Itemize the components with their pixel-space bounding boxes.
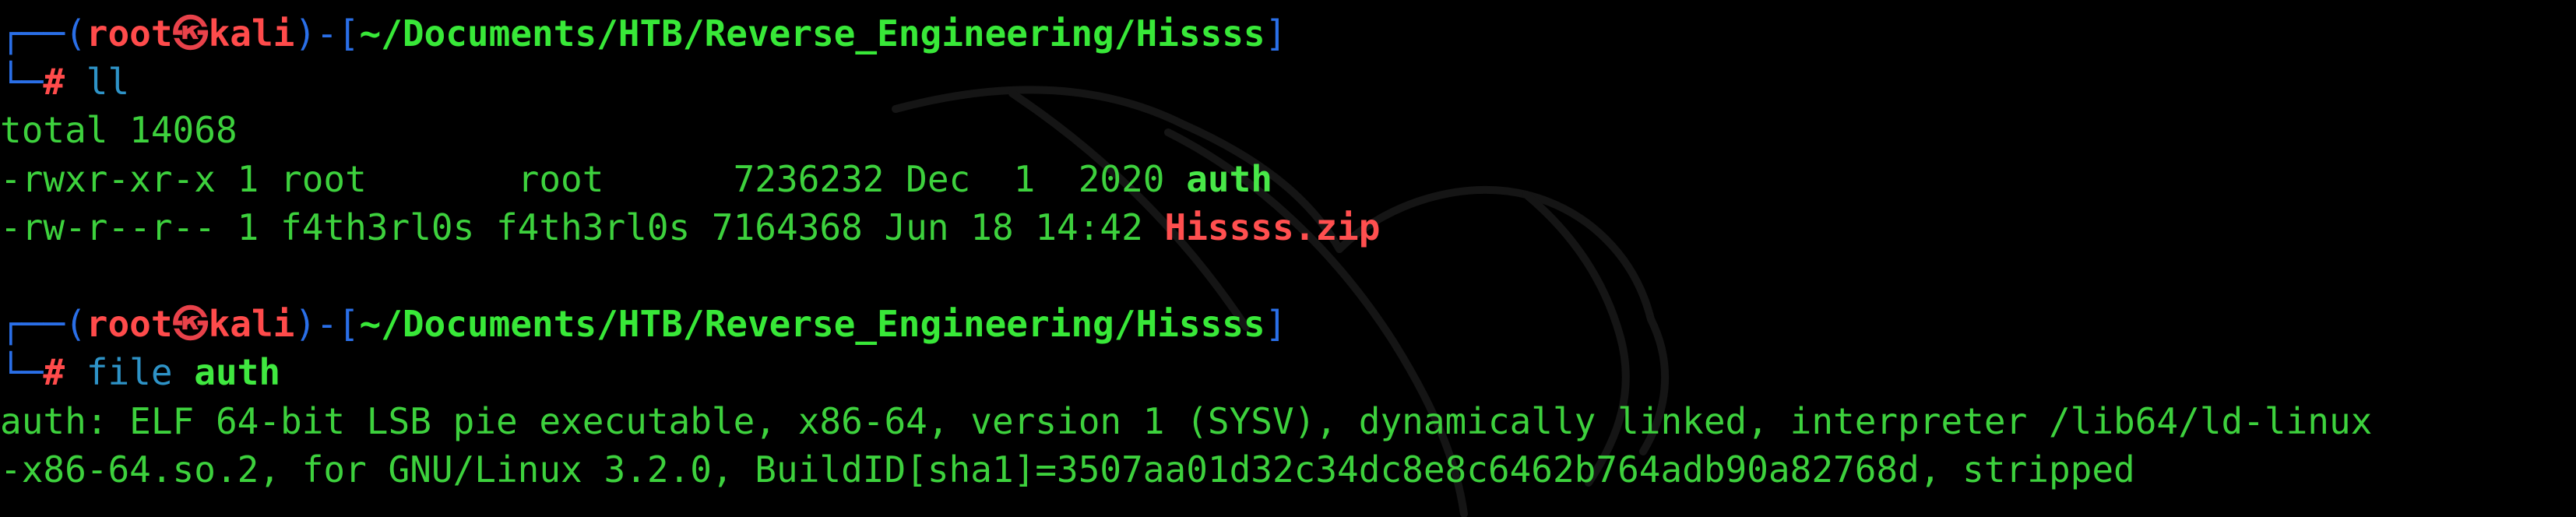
command-text: file xyxy=(86,351,195,394)
prompt-path: ~/Documents/HTB/Reverse_Engineering/Hiss… xyxy=(359,12,1265,55)
prompt-corner-top: ┌── xyxy=(0,12,65,55)
output-text: -rw-r--r-- 1 f4th3rl0s f4th3rl0s 7164368… xyxy=(0,206,1165,248)
prompt-close-bracket: ] xyxy=(1265,303,1287,346)
output-text: -rwxr-xr-x 1 root root 7236232 Dec 1 202… xyxy=(0,157,1187,200)
prompt-corner-bottom: └─ xyxy=(0,351,44,394)
prompt-close-bracket: ] xyxy=(1265,12,1287,55)
prompt-open-paren: ( xyxy=(65,12,86,55)
output-line: -rw-r--r-- 1 f4th3rl0s f4th3rl0s 7164368… xyxy=(0,203,2576,251)
prompt-corner-top: ┌── xyxy=(0,303,65,346)
terminal-output: ┌──(root㉿kali)-[~/Documents/HTB/Reverse_… xyxy=(0,9,2576,494)
output-text: auth: ELF 64-bit LSB pie executable, x86… xyxy=(0,399,2373,442)
prompt-host: kali xyxy=(208,303,295,346)
prompt-user: root xyxy=(86,12,173,55)
output-text: -x86-64.so.2, for GNU/Linux 3.2.0, Build… xyxy=(0,448,2135,491)
command-argument: auth xyxy=(194,351,281,394)
prompt-header-line: ┌──(root㉿kali)-[~/Documents/HTB/Reverse_… xyxy=(0,9,2576,58)
prompt-separator: )-[ xyxy=(294,12,360,55)
output-line: -x86-64.so.2, for GNU/Linux 3.2.0, Build… xyxy=(0,445,2576,494)
command-text: ll xyxy=(86,61,130,104)
command-line: └─# file auth xyxy=(0,348,2576,396)
command-line: └─# ll xyxy=(0,58,2576,106)
prompt-at-icon: ㉿ xyxy=(172,12,209,55)
file-name-auth: auth xyxy=(1186,157,1272,200)
prompt-host: kali xyxy=(208,12,295,55)
prompt-path: ~/Documents/HTB/Reverse_Engineering/Hiss… xyxy=(359,303,1265,346)
prompt-open-paren: ( xyxy=(65,303,86,346)
file-name-zip: Hissss.zip xyxy=(1164,206,1381,248)
prompt-at-icon: ㉿ xyxy=(172,303,209,346)
prompt-separator: )-[ xyxy=(294,303,360,346)
output-line: -rwxr-xr-x 1 root root 7236232 Dec 1 202… xyxy=(0,155,2576,203)
output-line: auth: ELF 64-bit LSB pie executable, x86… xyxy=(0,397,2576,445)
prompt-corner-bottom: └─ xyxy=(0,61,44,104)
prompt-header-line: ┌──(root㉿kali)-[~/Documents/HTB/Reverse_… xyxy=(0,300,2576,348)
output-line: total 14068 xyxy=(0,106,2576,154)
prompt-hash: # xyxy=(43,61,65,104)
prompt-user: root xyxy=(86,303,173,346)
output-text: total 14068 xyxy=(0,109,238,152)
prompt-hash: # xyxy=(43,351,65,394)
